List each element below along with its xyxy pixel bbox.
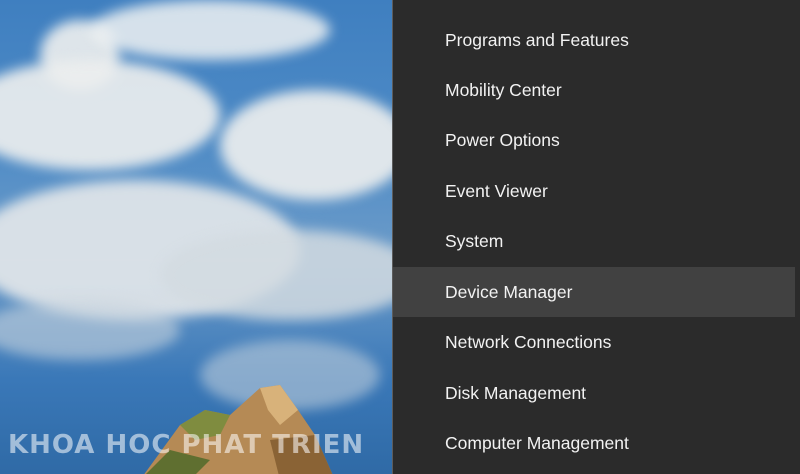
cloud	[220, 90, 392, 200]
menu-item-label: Mobility Center	[445, 79, 562, 100]
menu-item-power-options[interactable]: Power Options	[393, 115, 795, 165]
cloud	[90, 0, 330, 60]
menu-item-label: Disk Management	[445, 382, 587, 403]
winx-context-menu: Programs and Features Mobility Center Po…	[392, 0, 800, 474]
menu-item-event-viewer[interactable]: Event Viewer	[393, 166, 795, 216]
menu-item-device-manager[interactable]: Device Manager	[393, 267, 795, 317]
watermark-text: KHOA HOC PHAT TRIEN	[8, 430, 365, 460]
menu-item-disk-management[interactable]: Disk Management	[393, 368, 795, 418]
cloud	[0, 300, 180, 360]
menu-item-computer-management[interactable]: Computer Management	[393, 418, 795, 468]
menu-item-mobility-center[interactable]: Mobility Center	[393, 65, 795, 115]
menu-item-network-connections[interactable]: Network Connections	[393, 317, 795, 367]
cloud	[0, 60, 220, 170]
menu-item-label: Network Connections	[445, 331, 612, 352]
menu-item-system[interactable]: System	[393, 216, 795, 266]
menu-item-label: System	[445, 230, 504, 251]
menu-item-programs-and-features[interactable]: Programs and Features	[393, 15, 795, 65]
menu-item-label: Computer Management	[445, 432, 629, 453]
menu-item-label: Device Manager	[445, 281, 573, 302]
menu-item-label: Programs and Features	[445, 29, 629, 50]
desktop-wallpaper: KHOA HOC PHAT TRIEN	[0, 0, 392, 474]
menu-item-label: Event Viewer	[445, 180, 548, 201]
menu-item-label: Power Options	[445, 129, 560, 150]
